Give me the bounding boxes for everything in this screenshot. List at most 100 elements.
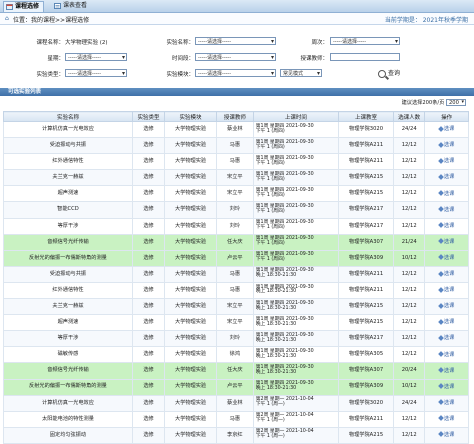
lab-name-cell: 反射光的偏振一布儒斯特角的测量: [3, 249, 133, 267]
table-row: 红外通信特性 选修 大学物理实验 马惠 第1周 星期四 2021-09-30 晚上 18:…: [3, 281, 469, 300]
class-time-slot: 下午 1 (周一): [255, 434, 285, 440]
top-tab-bar: 课程选修 课表查看: [0, 0, 474, 13]
lab-type-select[interactable]: -----请选择-----: [65, 69, 127, 78]
teacher-cell: 刘玲: [215, 201, 254, 219]
select-course-button[interactable]: 选课: [438, 254, 454, 261]
lab-type-cell: 选修: [131, 330, 166, 348]
teacher-cell: 宋立平: [215, 185, 254, 203]
class-time-cell: 第2周 星期一 2021-10-04 下午 1 (周一): [252, 426, 339, 444]
lab-type-cell: 选修: [131, 201, 166, 219]
class-time-cell: 第1周 星期四 2021-09-30 晚上 18:30-21:30: [252, 362, 339, 380]
lab-module-cell: 大学物理实验: [164, 330, 217, 348]
tab-course-selection[interactable]: 课程选修: [3, 1, 45, 12]
teacher-cell: 宋立平: [215, 298, 254, 316]
lab-module-cell: 大学物理实验: [164, 233, 217, 251]
classroom-cell: 物理学院A309: [337, 378, 395, 396]
lab-type-cell: 选修: [131, 314, 166, 332]
select-course-label: 选课: [443, 351, 455, 358]
action-cell: 选课: [424, 265, 469, 283]
edit-icon: [438, 238, 444, 245]
select-course-button[interactable]: 选课: [438, 125, 455, 133]
lab-type-cell: 选修: [131, 233, 166, 251]
select-course-button[interactable]: 选课: [438, 190, 454, 197]
table-row: 等厚干涉 选修 大学物理实验 刘玲 第1周 星期四 2021-09-30 晚上 18:30…: [3, 330, 469, 348]
class-time-cell: 第1周 星期四 2021-09-30 下午 1 (周四): [252, 153, 339, 171]
action-cell: 选课: [424, 233, 469, 251]
select-course-button[interactable]: 选课: [438, 302, 454, 309]
tab-schedule-view[interactable]: 课表查看: [52, 1, 91, 11]
class-time-cell: 第2周 星期一 2021-10-04 下午 1 (周一): [252, 394, 339, 412]
time-slot-select[interactable]: -----请选择-----: [195, 53, 276, 62]
class-time-slot: 下午 1 (周四): [255, 144, 285, 150]
table-row: 超声测速 选修 大学物理实验 宋立平 第1周 星期四 2021-09-30 下午 1 (周…: [3, 185, 469, 203]
select-course-button[interactable]: 选课: [438, 335, 454, 341]
enrollment-cell: 12/12: [393, 330, 426, 348]
select-course-button[interactable]: 选课: [438, 222, 454, 229]
teacher-cell: 李京红: [215, 426, 254, 444]
select-course-button[interactable]: 选课: [438, 238, 454, 245]
edit-icon: [438, 302, 444, 309]
query-button[interactable]: 查询: [378, 69, 400, 79]
classroom-cell: 物理学院A211: [337, 153, 395, 171]
select-course-button[interactable]: 选课: [438, 367, 454, 374]
lab-name-cell: 夫兰克一赫兹: [3, 169, 133, 187]
select-course-button[interactable]: 选课: [438, 141, 454, 148]
teacher-cell: 刘玲: [215, 330, 254, 348]
page-size-select[interactable]: 200: [446, 99, 466, 106]
col-classroom: 上课教室: [337, 111, 395, 122]
select-course-button[interactable]: 选课: [438, 158, 454, 164]
select-course-button[interactable]: 选课: [438, 318, 455, 326]
lab-type-cell: 选修: [131, 153, 166, 171]
tab-label: 课表查看: [63, 2, 88, 9]
lab-module-cell: 大学物理实验: [164, 201, 217, 219]
teacher-cell: 宋立平: [215, 169, 254, 187]
select-course-button[interactable]: 选课: [438, 206, 454, 213]
select-course-button[interactable]: 选课: [438, 286, 454, 293]
weekday-select[interactable]: -----请选择-----: [65, 53, 127, 62]
teacher-cell: 宋立平: [215, 314, 254, 332]
action-cell: 选课: [424, 249, 469, 267]
select-course-button[interactable]: 选课: [438, 174, 454, 180]
table-row: 磁敏传感 选修 大学物理实验 徐鸿 第1周 星期四 2021-09-30 晚上 18:30…: [3, 346, 469, 364]
enrollment-cell: 12/12: [393, 169, 426, 187]
teacher-input[interactable]: [330, 53, 400, 61]
lab-module-select[interactable]: -----请选择-----: [195, 69, 276, 78]
lab-name-select[interactable]: -----请选择-----: [195, 37, 276, 46]
lab-module-cell: 大学物理实验: [164, 217, 217, 235]
table-row: 反射光的偏振一布儒斯特角的测量 选修 大学物理实验 卢云平 第1周 星期四 2021-0…: [3, 378, 469, 396]
lab-name-cell: 音频信号光纤传输: [3, 233, 133, 251]
select-course-button[interactable]: 选课: [438, 383, 454, 390]
table-row: 计算机仿真一光电效应 选修 大学物理实验 蔡业林 第1周 星期四 2021-09-30 下…: [3, 120, 469, 139]
select-course-button[interactable]: 选课: [438, 270, 454, 277]
select-course-button[interactable]: 选课: [438, 351, 455, 358]
lab-name-cell: 音频信号光纤传输: [3, 362, 133, 380]
query-label: 查询: [388, 70, 401, 77]
class-time-cell: 第2周 星期一 2021-10-04 下午 1 (周一): [252, 410, 339, 428]
lab-name-cell: 红外通信特性: [3, 153, 133, 171]
class-time-cell: 第1周 星期四 2021-09-30 晚上 18:30-21:30: [252, 298, 339, 316]
select-course-label: 选课: [443, 319, 455, 326]
select-course-label: 选课: [443, 126, 455, 133]
select-course-button[interactable]: 选课: [438, 431, 454, 438]
select-course-button[interactable]: 选课: [438, 399, 454, 406]
enrollment-cell: 24/24: [393, 120, 426, 139]
action-cell: 选课: [424, 201, 469, 219]
edit-icon: [438, 367, 444, 373]
lab-module-cell: 大学物理实验: [164, 185, 217, 203]
lab-type-cell: 选修: [131, 281, 166, 300]
lab-type-cell: 选修: [131, 410, 166, 428]
teacher-cell: 任大庆: [215, 362, 254, 380]
teacher-cell: 马惠: [215, 410, 254, 428]
classroom-cell: 物理学院A215: [337, 298, 395, 316]
breadcrumb-path[interactable]: 我的课程>>课程选修: [31, 17, 89, 24]
mode-select[interactable]: 常见模式: [280, 69, 322, 78]
edit-icon: [438, 431, 444, 438]
select-course-button[interactable]: 选课: [438, 415, 454, 422]
enrollment-cell: 12/12: [393, 410, 426, 428]
class-time-slot: 下午 1 (周一): [255, 418, 285, 424]
lab-module-cell: 大学物理实验: [164, 153, 217, 171]
class-time-slot: 晚上 18:30-21:30: [255, 386, 297, 392]
classroom-cell: 物理学院3020: [337, 120, 395, 139]
week-select[interactable]: -----请选择-----: [330, 37, 400, 46]
col-lab-type: 实验类型: [131, 111, 166, 122]
